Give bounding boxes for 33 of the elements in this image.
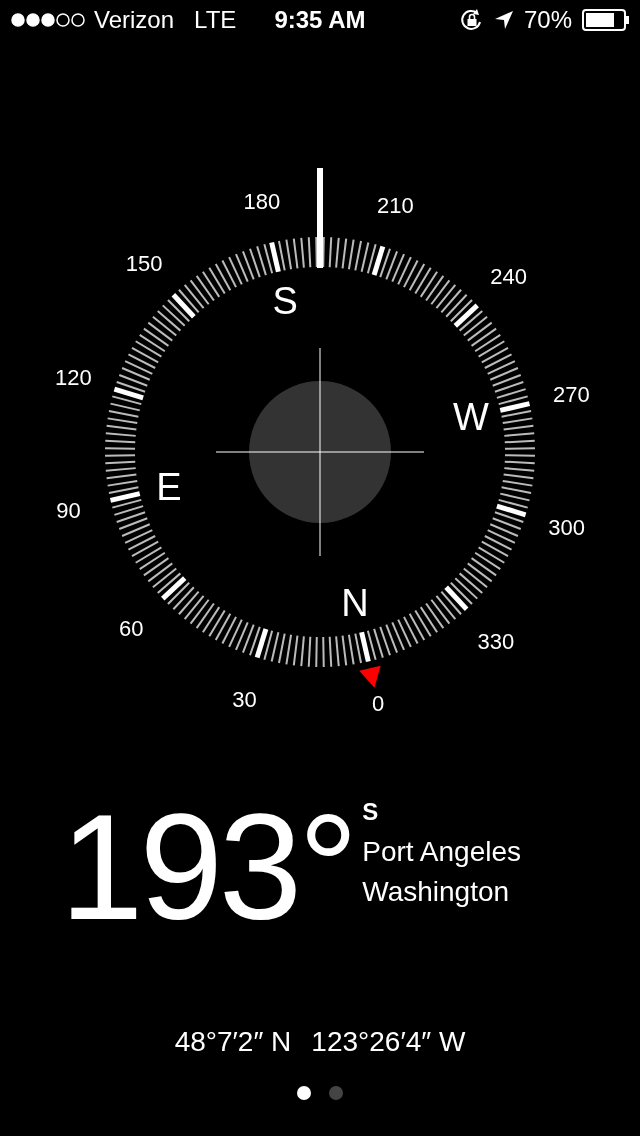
city-name: Port Angeles: [362, 835, 522, 869]
carrier-name: Verizon: [94, 6, 175, 34]
dial-label: 60: [119, 615, 144, 641]
dial-label: 300: [548, 515, 586, 541]
page-dot[interactable]: [297, 1086, 311, 1100]
longitude: 123°26′4″ W: [311, 1026, 466, 1058]
region-name: Washington: [362, 875, 510, 909]
dial-label: 90: [56, 498, 81, 524]
heading-direction: S: [362, 797, 379, 827]
page-dot[interactable]: [329, 1086, 343, 1100]
dial-label: 30: [232, 686, 257, 712]
latitude: 48°7′2″ N: [174, 1026, 292, 1058]
battery-icon: [582, 9, 630, 31]
dial-label: 150: [125, 251, 163, 277]
cardinal-label: S: [272, 279, 298, 322]
location-arrow-icon: [493, 10, 514, 30]
north-pointer-icon: [359, 665, 381, 688]
dial-label: 0: [371, 691, 385, 717]
status-time: 9:35 AM: [274, 6, 366, 34]
rotation-lock-icon: [459, 8, 484, 32]
dial-label: 240: [490, 264, 528, 290]
dial-label: 330: [477, 628, 515, 654]
dial-label: 180: [243, 188, 281, 214]
cardinal-label: N: [341, 582, 369, 625]
signal-icon: [10, 12, 86, 28]
cardinal-label: W: [453, 396, 489, 439]
dial-label: 270: [553, 381, 590, 407]
network-type: LTE: [194, 6, 237, 34]
dial-label: 210: [377, 193, 414, 219]
dial-label: 120: [54, 364, 92, 390]
heading-degrees: 193°: [60, 792, 355, 942]
cardinal-label: E: [156, 465, 182, 508]
battery-percent: 70%: [523, 6, 572, 34]
